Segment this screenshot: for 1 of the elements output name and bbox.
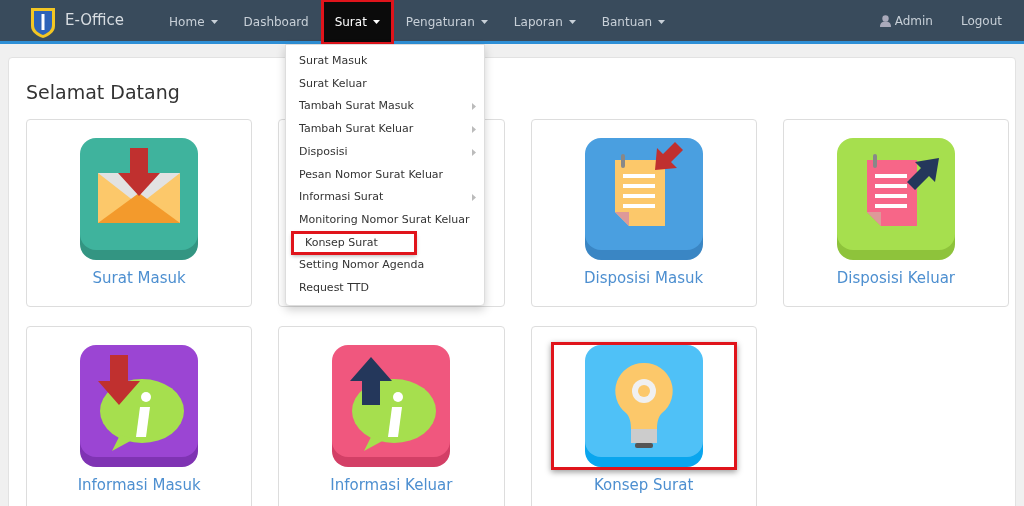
page-heading: Selamat Datang <box>26 80 180 105</box>
